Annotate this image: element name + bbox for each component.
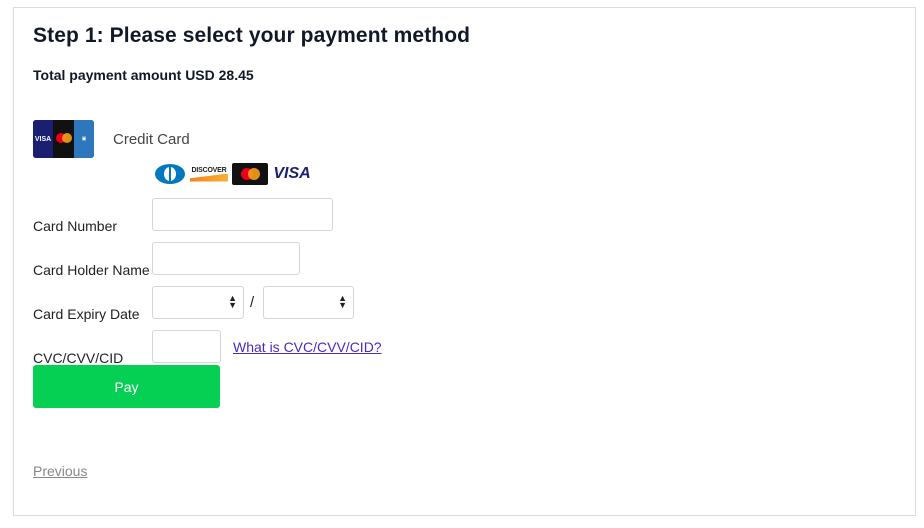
visa-icon: VISA [273,165,311,182]
card-number-input[interactable] [152,198,333,231]
diners-club-icon [154,163,186,185]
card-holder-label: Card Holder Name [33,262,150,278]
amex-mini-icon: ▣ [74,120,94,158]
card-expiry-label: Card Expiry Date [33,306,140,322]
payment-method-credit-card[interactable]: VISA ▣ Credit Card [33,120,190,158]
credit-cards-logo-icon: VISA ▣ [33,120,94,158]
card-number-label: Card Number [33,218,118,234]
accepted-card-brands: DISCOVER VISA [154,163,312,185]
mastercard-icon [232,163,268,185]
cvc-input[interactable] [152,330,221,363]
card-holder-input[interactable] [152,242,300,275]
discover-icon: DISCOVER [190,163,228,185]
select-arrows-icon: ▲ ▼ [228,293,237,310]
cvc-label: CVC/CVV/CID [33,350,124,366]
expiry-month-select[interactable]: ▲ ▼ [152,286,244,319]
pay-button[interactable]: Pay [33,365,220,408]
visa-mini-icon: VISA [33,120,53,158]
select-arrows-icon: ▲ ▼ [338,293,347,310]
total-amount: Total payment amount USD 28.45 [33,67,254,83]
cvc-help-link[interactable]: What is CVC/CVV/CID? [233,339,382,355]
payment-method-label: Credit Card [113,130,190,148]
expiry-year-select[interactable]: ▲ ▼ [263,286,354,319]
page-title: Step 1: Please select your payment metho… [33,24,471,47]
mastercard-mini-icon [53,120,74,158]
previous-link[interactable]: Previous [33,463,87,479]
expiry-separator: / [250,294,255,311]
